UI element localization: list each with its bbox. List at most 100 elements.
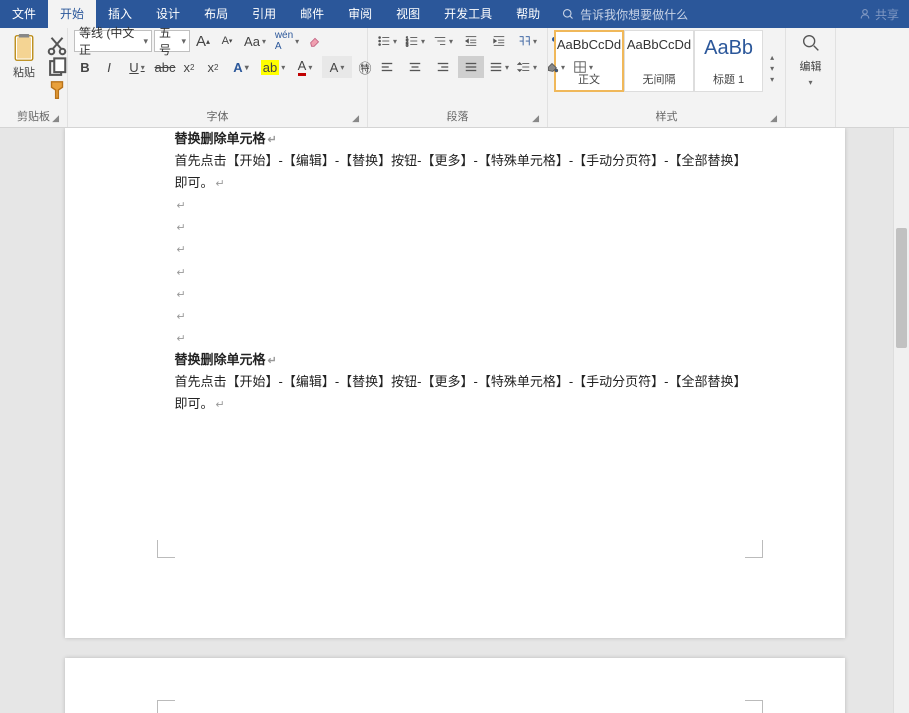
tell-me-search[interactable]: 告诉我你想要做什么 (562, 6, 688, 23)
asian-layout-icon (517, 34, 531, 48)
doc-heading-1: 替换删除单元格 (175, 128, 745, 150)
style-heading-1[interactable]: AaBb 标题 1 (694, 30, 763, 92)
text-effects-button[interactable]: A (226, 56, 256, 78)
brush-icon (46, 79, 68, 101)
group-editing: 编辑 ▾ (786, 28, 836, 127)
shading-button[interactable] (542, 56, 568, 78)
paint-bucket-icon (545, 60, 559, 74)
group-clipboard: 粘贴 剪贴板◢ (0, 28, 68, 127)
group-label-clipboard: 剪贴板◢ (6, 106, 61, 127)
align-center-button[interactable] (402, 56, 428, 78)
italic-button[interactable]: I (98, 56, 120, 78)
page-margin-corner (745, 700, 763, 713)
format-painter-button[interactable] (46, 80, 68, 100)
document-canvas: 替换删除单元格 首先点击【开始】-【编辑】-【替换】按钮-【更多】-【特殊单元格… (0, 128, 909, 713)
copy-button[interactable] (46, 58, 68, 78)
borders-button[interactable] (570, 56, 596, 78)
tab-file[interactable]: 文件 (0, 0, 48, 28)
character-shading-button[interactable]: A (322, 56, 352, 78)
font-dialog-launcher[interactable]: ◢ (352, 113, 359, 124)
svg-text:3: 3 (406, 42, 409, 47)
numbering-icon: 123 (405, 34, 419, 48)
bold-button[interactable]: B (74, 56, 96, 78)
search-icon (562, 8, 574, 20)
tab-mail[interactable]: 邮件 (288, 0, 336, 28)
vertical-scrollbar[interactable] (893, 128, 909, 713)
shrink-font-button[interactable]: A▾ (216, 30, 238, 52)
grow-font-button[interactable]: A▴ (192, 30, 214, 52)
align-right-button[interactable] (430, 56, 456, 78)
multilevel-icon (433, 34, 447, 48)
outdent-icon (464, 34, 478, 48)
ribbon: 粘贴 剪贴板◢ 等线 (中文正 五号 A▴ A▾ Aa wénA (0, 28, 909, 128)
line-spacing-icon (517, 60, 531, 74)
align-right-icon (436, 60, 450, 74)
change-case-button[interactable]: Aa (240, 30, 270, 52)
styles-gallery-scroll[interactable]: ▴▾▾ (765, 30, 779, 106)
font-color-button[interactable]: A (290, 56, 320, 78)
bullets-button[interactable] (374, 30, 400, 52)
font-size-combo[interactable]: 五号 (154, 30, 190, 52)
paste-button[interactable]: 粘贴 (6, 30, 42, 82)
phonetic-guide-button[interactable]: wénA (272, 30, 302, 52)
group-label-styles: 样式◢ (554, 106, 779, 127)
doc-body-2: 首先点击【开始】-【编辑】-【替换】按钮-【更多】-【特殊单元格】-【手动分页符… (175, 371, 745, 415)
borders-icon (573, 60, 587, 74)
subscript-button[interactable]: x2 (178, 56, 200, 78)
clipboard-dialog-launcher[interactable]: ◢ (52, 113, 59, 124)
eraser-icon (308, 34, 322, 48)
styles-dialog-launcher[interactable]: ◢ (770, 113, 777, 124)
decrease-indent-button[interactable] (458, 30, 484, 52)
doc-heading-2: 替换删除单元格 (175, 349, 745, 371)
clear-formatting-button[interactable] (304, 30, 326, 52)
page-margin-corner (157, 700, 175, 713)
style-no-spacing[interactable]: AaBbCcDd 无间隔 (624, 30, 694, 92)
group-label-editing (792, 110, 829, 127)
tab-help[interactable]: 帮助 (504, 0, 552, 28)
tab-view[interactable]: 视图 (384, 0, 432, 28)
increase-indent-button[interactable] (486, 30, 512, 52)
page-margin-corner (157, 540, 175, 558)
align-left-icon (380, 60, 394, 74)
editing-button[interactable]: 编辑 ▾ (794, 30, 828, 89)
tab-layout[interactable]: 布局 (192, 0, 240, 28)
font-name-combo[interactable]: 等线 (中文正 (74, 30, 152, 52)
indent-icon (492, 34, 506, 48)
page-1[interactable]: 替换删除单元格 首先点击【开始】-【编辑】-【替换】按钮-【更多】-【特殊单元格… (65, 128, 845, 638)
align-distributed-button[interactable] (486, 56, 512, 78)
align-justify-button[interactable] (458, 56, 484, 78)
scrollbar-thumb[interactable] (896, 228, 907, 348)
superscript-button[interactable]: x2 (202, 56, 224, 78)
page-margin-corner (745, 540, 763, 558)
group-paragraph: 123 ¶ A↓Z (368, 28, 548, 127)
group-font: 等线 (中文正 五号 A▴ A▾ Aa wénA B I U abc x2 x2… (68, 28, 368, 127)
bullets-icon (377, 34, 391, 48)
find-icon (800, 32, 822, 54)
strikethrough-button[interactable]: abc (154, 56, 176, 78)
align-justify-icon (464, 60, 478, 74)
group-label-paragraph: 段落◢ (374, 106, 541, 127)
multilevel-list-button[interactable] (430, 30, 456, 52)
cut-button[interactable] (46, 36, 68, 56)
title-bar: 文件 开始 插入 设计 布局 引用 邮件 审阅 视图 开发工具 帮助 告诉我你想… (0, 0, 909, 28)
copy-icon (46, 57, 68, 79)
highlight-button[interactable]: ab (258, 56, 288, 78)
asian-layout-button[interactable] (514, 30, 540, 52)
align-center-icon (408, 60, 422, 74)
paste-icon (10, 32, 38, 64)
tab-references[interactable]: 引用 (240, 0, 288, 28)
share-button[interactable]: 共享 (859, 6, 899, 23)
line-spacing-button[interactable] (514, 56, 540, 78)
paragraph-dialog-launcher[interactable]: ◢ (532, 113, 539, 124)
share-icon (859, 8, 871, 20)
scissors-icon (46, 35, 68, 57)
tab-developer[interactable]: 开发工具 (432, 0, 504, 28)
distributed-icon (489, 60, 503, 74)
group-label-font: 字体◢ (74, 106, 361, 127)
tab-review[interactable]: 审阅 (336, 0, 384, 28)
numbering-button[interactable]: 123 (402, 30, 428, 52)
doc-body-1: 首先点击【开始】-【编辑】-【替换】按钮-【更多】-【特殊单元格】-【手动分页符… (175, 150, 745, 194)
page-2[interactable] (65, 658, 845, 713)
align-left-button[interactable] (374, 56, 400, 78)
underline-button[interactable]: U (122, 56, 152, 78)
